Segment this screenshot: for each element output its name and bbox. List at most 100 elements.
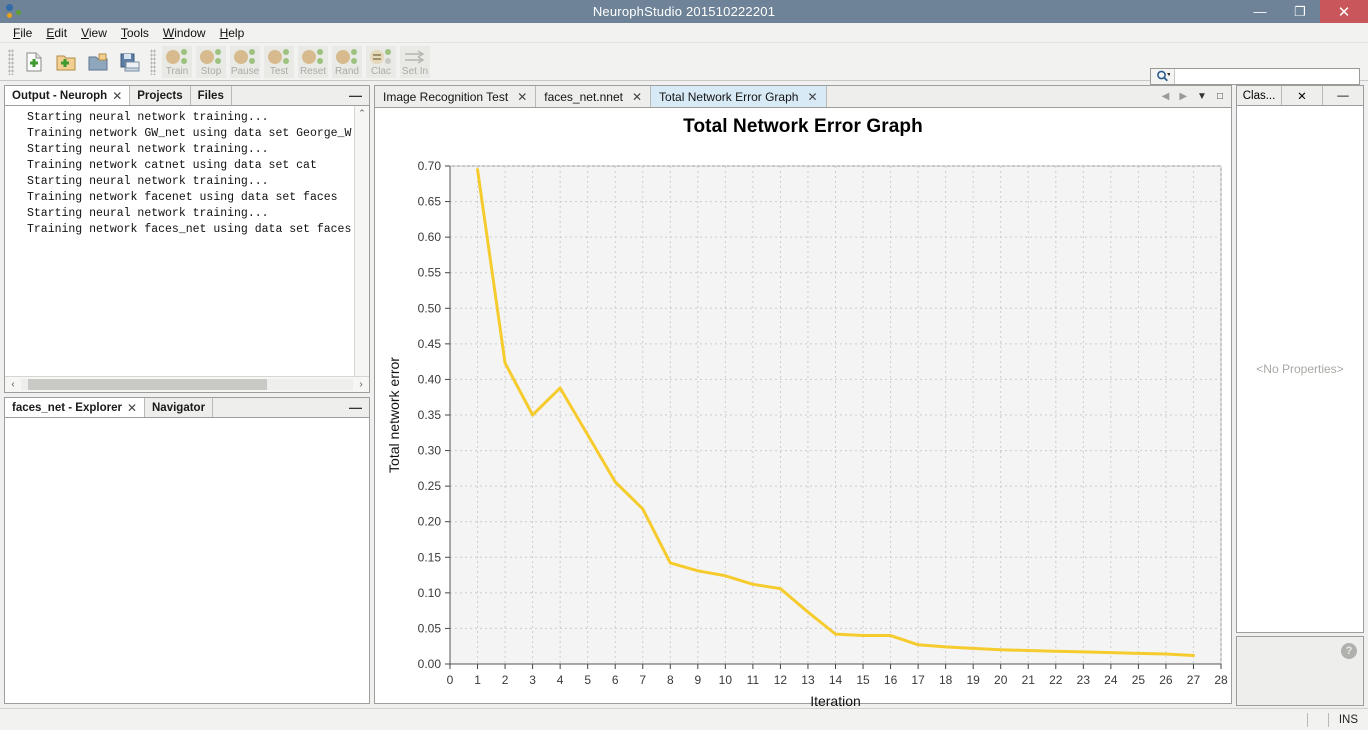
output-horizontal-scrollbar[interactable]: ‹ ›: [5, 376, 369, 392]
tab-faces-net-nnet[interactable]: faces_net.nnet ✕: [536, 86, 652, 107]
svg-text:13: 13: [801, 673, 815, 687]
close-properties-button[interactable]: ✕: [1282, 86, 1323, 105]
svg-text:14: 14: [829, 673, 843, 687]
editor-tabstrip: Image Recognition Test ✕ faces_net.nnet …: [375, 86, 1231, 108]
svg-text:1: 1: [474, 673, 481, 687]
minimize-icon[interactable]: —: [349, 89, 362, 102]
chart-svg: 0.00 0.05 0.10 0.15 0.20 0.25 0.30 0.35 0.40 0.45…: [386, 159, 1228, 709]
menu-window-mnemonic: W: [162, 25, 175, 40]
new-file-icon[interactable]: [19, 47, 49, 77]
minimize-icon[interactable]: —: [349, 401, 362, 414]
tab-files[interactable]: Files: [190, 86, 232, 105]
network-dots-icon: [267, 48, 291, 68]
menu-view-label: iew: [88, 25, 107, 40]
new-project-icon[interactable]: [51, 47, 81, 77]
status-separator: [1306, 712, 1308, 727]
stop-button[interactable]: Stop: [196, 45, 226, 78]
test-button[interactable]: Test: [264, 45, 294, 78]
svg-text:27: 27: [1187, 673, 1201, 687]
menu-view-mnemonic: V: [81, 25, 89, 40]
close-icon[interactable]: ✕: [112, 89, 122, 103]
global-search[interactable]: [1150, 68, 1360, 85]
minimize-window-button[interactable]: —: [1240, 0, 1280, 23]
menu-file[interactable]: File: [6, 24, 39, 42]
train-button[interactable]: Train: [162, 45, 192, 78]
network-dots-icon: [335, 48, 359, 68]
network-dots-icon: [233, 48, 257, 68]
svg-text:22: 22: [1049, 673, 1063, 687]
search-icon[interactable]: [1151, 69, 1175, 84]
minimize-properties-button[interactable]: —: [1323, 86, 1363, 105]
output-text-area[interactable]: Starting neural network training... Trai…: [5, 106, 369, 392]
explorer-tree-area[interactable]: [5, 418, 369, 703]
tab-classifier[interactable]: Clas...: [1237, 86, 1282, 105]
output-log-text: Starting neural network training... Trai…: [27, 111, 352, 236]
svg-text:5: 5: [584, 673, 591, 687]
help-icon[interactable]: ?: [1341, 643, 1357, 659]
save-all-icon[interactable]: [115, 47, 145, 77]
close-window-button[interactable]: ✕: [1320, 0, 1368, 23]
close-icon[interactable]: ✕: [517, 90, 527, 104]
open-project-icon[interactable]: [83, 47, 113, 77]
tab-total-network-error-graph[interactable]: Total Network Error Graph ✕: [651, 86, 827, 107]
no-properties-label: <No Properties>: [1256, 362, 1344, 376]
network-dots-icon: [199, 48, 223, 68]
maximize-editor-icon[interactable]: □: [1217, 91, 1223, 102]
reset-button[interactable]: Reset: [298, 45, 328, 78]
svg-text:0.10: 0.10: [418, 586, 442, 600]
svg-text:2: 2: [502, 673, 509, 687]
menu-window[interactable]: Window: [156, 24, 213, 42]
output-panel-tabs: Output - Neuroph ✕ Projects Files —: [5, 86, 369, 106]
chart-plot: 0.00 0.05 0.10 0.15 0.20 0.25 0.30 0.35 0.40 0.45…: [375, 140, 1231, 709]
chart-container: Total Network Error Graph 0.00 0.05 0.10 0.…: [375, 108, 1231, 709]
menu-edit-label: dit: [54, 25, 68, 40]
menu-tools[interactable]: Tools: [114, 24, 156, 42]
randomize-button[interactable]: Rand: [332, 45, 362, 78]
tab-scroll-right-icon[interactable]: ▶: [1179, 91, 1187, 102]
close-icon[interactable]: ✕: [632, 90, 642, 104]
menu-edit[interactable]: Edit: [39, 24, 74, 42]
tab-projects-label: Projects: [137, 89, 183, 102]
svg-text:0.55: 0.55: [418, 266, 442, 280]
tab-list-icon[interactable]: ▼: [1197, 91, 1207, 102]
toolbar-grip-2[interactable]: [150, 48, 156, 75]
arrows-right-icon: [403, 49, 427, 68]
scroll-up-icon[interactable]: ⌃: [358, 106, 366, 121]
calculate-button[interactable]: Clac: [366, 45, 396, 78]
pause-button[interactable]: Pause: [230, 45, 260, 78]
svg-text:25: 25: [1132, 673, 1146, 687]
output-vertical-scrollbar[interactable]: ⌃: [354, 106, 369, 376]
set-input-button[interactable]: Set In: [400, 45, 430, 78]
tab-output-neuroph[interactable]: Output - Neuroph ✕: [5, 86, 131, 105]
svg-text:6: 6: [612, 673, 619, 687]
svg-text:12: 12: [774, 673, 788, 687]
tab-navigator-label: Navigator: [152, 401, 206, 414]
tab-scroll-left-icon[interactable]: ◀: [1162, 91, 1170, 102]
svg-text:4: 4: [557, 673, 564, 687]
svg-text:0.20: 0.20: [418, 515, 442, 529]
scroll-right-icon[interactable]: ›: [353, 379, 369, 390]
search-input[interactable]: [1175, 69, 1359, 84]
svg-text:7: 7: [639, 673, 646, 687]
svg-text:11: 11: [747, 673, 760, 687]
tab-projects[interactable]: Projects: [130, 86, 191, 105]
scroll-left-icon[interactable]: ‹: [5, 379, 21, 390]
tab-navigator[interactable]: Navigator: [145, 398, 214, 417]
tab-image-recognition-test[interactable]: Image Recognition Test ✕: [375, 86, 537, 107]
tab-faces-net-nnet-label: faces_net.nnet: [544, 89, 623, 104]
menu-view[interactable]: View: [74, 24, 114, 42]
tab-faces-net-explorer-label: faces_net - Explorer: [12, 401, 122, 414]
hscroll-track[interactable]: [21, 379, 353, 390]
window-title: NeurophStudio 201510222201: [592, 4, 776, 19]
svg-text:0.05: 0.05: [418, 621, 442, 635]
close-icon[interactable]: ✕: [807, 90, 817, 104]
menubar: File Edit View Tools Window Help: [0, 23, 1368, 43]
svg-text:18: 18: [939, 673, 953, 687]
hscroll-thumb[interactable]: [27, 379, 267, 390]
tab-faces-net-explorer[interactable]: faces_net - Explorer ✕: [5, 398, 145, 417]
close-icon[interactable]: ✕: [127, 401, 137, 415]
tab-image-recognition-test-label: Image Recognition Test: [383, 89, 509, 104]
maximize-window-button[interactable]: ❐: [1280, 0, 1320, 23]
menu-help[interactable]: Help: [213, 24, 252, 42]
toolbar-grip[interactable]: [8, 48, 14, 75]
